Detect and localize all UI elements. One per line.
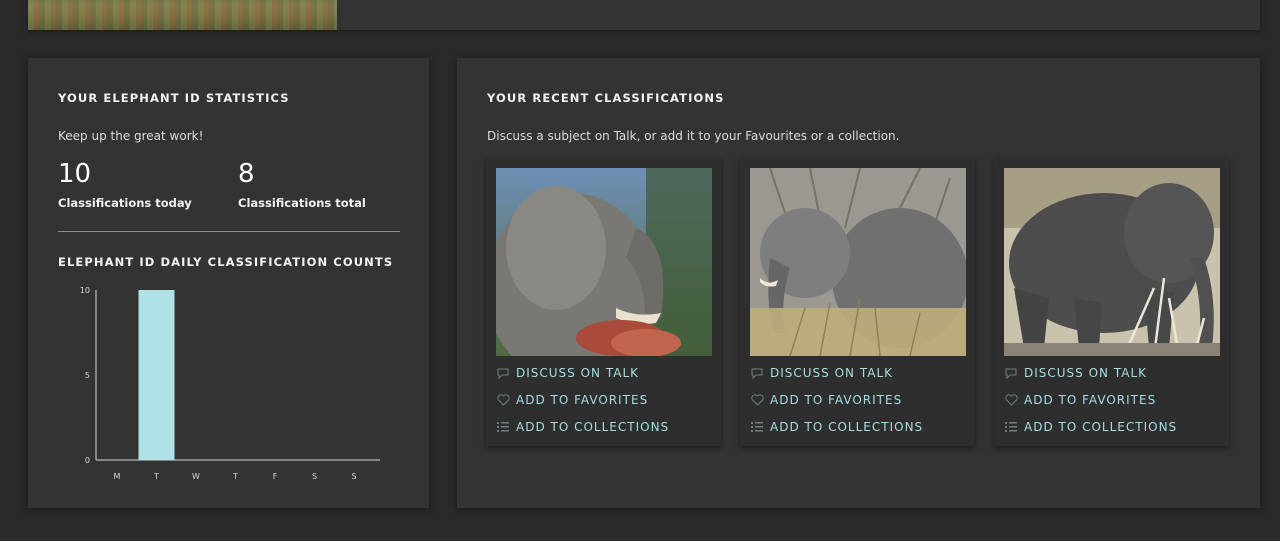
recent-description: Discuss a subject on Talk, or add it to …: [487, 129, 900, 143]
daily-chart: 0 5 10 M T W T F S S: [78, 286, 408, 486]
total-label: Classifications total: [238, 196, 366, 210]
y-tick-label: 10: [80, 286, 90, 295]
add-to-favorites-button[interactable]: ADD TO FAVORITES: [750, 391, 902, 409]
y-tick-label: 0: [85, 456, 90, 465]
subject-image[interactable]: [496, 168, 712, 356]
discuss-on-talk-label: DISCUSS ON TALK: [770, 366, 894, 380]
x-tick-label: M: [114, 472, 121, 481]
discuss-on-talk-label: DISCUSS ON TALK: [1024, 366, 1148, 380]
y-tick-label: 5: [85, 371, 90, 380]
daily-chart-svg: 0 5 10 M T W T F S S: [80, 286, 380, 481]
list-icon: [750, 420, 764, 434]
discuss-on-talk-link[interactable]: DISCUSS ON TALK: [496, 364, 639, 382]
stats-card: YOUR ELEPHANT ID STATISTICS Keep up the …: [28, 58, 429, 508]
subject-card: DISCUSS ON TALK ADD TO FAVORITES ADD TO …: [486, 158, 721, 446]
subject-card: DISCUSS ON TALK ADD TO FAVORITES ADD TO …: [994, 158, 1229, 446]
x-tick-label: F: [273, 472, 278, 481]
heart-icon: [1004, 393, 1018, 407]
stats-heading: YOUR ELEPHANT ID STATISTICS: [58, 91, 290, 105]
recent-heading: YOUR RECENT CLASSIFICATIONS: [487, 91, 725, 105]
list-icon: [1004, 420, 1018, 434]
add-to-collections-label: ADD TO COLLECTIONS: [770, 420, 924, 434]
x-tick-label: S: [351, 472, 356, 481]
today-label: Classifications today: [58, 196, 192, 210]
divider: [58, 231, 400, 232]
discuss-on-talk-label: DISCUSS ON TALK: [516, 366, 640, 380]
subject-card: DISCUSS ON TALK ADD TO FAVORITES ADD TO …: [740, 158, 975, 446]
add-to-favorites-button[interactable]: ADD TO FAVORITES: [1004, 391, 1156, 409]
heart-icon: [750, 393, 764, 407]
bar: [138, 290, 175, 460]
add-to-collections-button[interactable]: ADD TO COLLECTIONS: [1004, 418, 1177, 436]
encouragement-text: Keep up the great work!: [58, 129, 204, 143]
add-to-collections-button[interactable]: ADD TO COLLECTIONS: [750, 418, 923, 436]
total-count: 8: [238, 159, 255, 189]
today-count: 10: [58, 159, 92, 189]
x-tick-label: S: [312, 472, 317, 481]
add-to-collections-label: ADD TO COLLECTIONS: [1024, 420, 1178, 434]
subject-image[interactable]: [1004, 168, 1220, 356]
subject-image[interactable]: [750, 168, 966, 356]
add-to-collections-button[interactable]: ADD TO COLLECTIONS: [496, 418, 669, 436]
list-icon: [496, 420, 510, 434]
daily-counts-heading: ELEPHANT ID DAILY CLASSIFICATION COUNTS: [58, 255, 394, 269]
x-tick-label: T: [232, 472, 238, 481]
top-card: [28, 0, 1260, 30]
recent-card: YOUR RECENT CLASSIFICATIONS Discuss a su…: [457, 58, 1260, 508]
x-tick-label: T: [153, 472, 159, 481]
speech-bubble-icon: [1004, 366, 1018, 380]
x-tick-label: W: [192, 472, 200, 481]
speech-bubble-icon: [750, 366, 764, 380]
add-to-favorites-label: ADD TO FAVORITES: [516, 393, 649, 407]
add-to-collections-label: ADD TO COLLECTIONS: [516, 420, 670, 434]
heart-icon: [496, 393, 510, 407]
add-to-favorites-label: ADD TO FAVORITES: [770, 393, 903, 407]
add-to-favorites-label: ADD TO FAVORITES: [1024, 393, 1157, 407]
add-to-favorites-button[interactable]: ADD TO FAVORITES: [496, 391, 648, 409]
speech-bubble-icon: [496, 366, 510, 380]
discuss-on-talk-link[interactable]: DISCUSS ON TALK: [1004, 364, 1147, 382]
discuss-on-talk-link[interactable]: DISCUSS ON TALK: [750, 364, 893, 382]
top-subject-image[interactable]: [28, 0, 337, 30]
